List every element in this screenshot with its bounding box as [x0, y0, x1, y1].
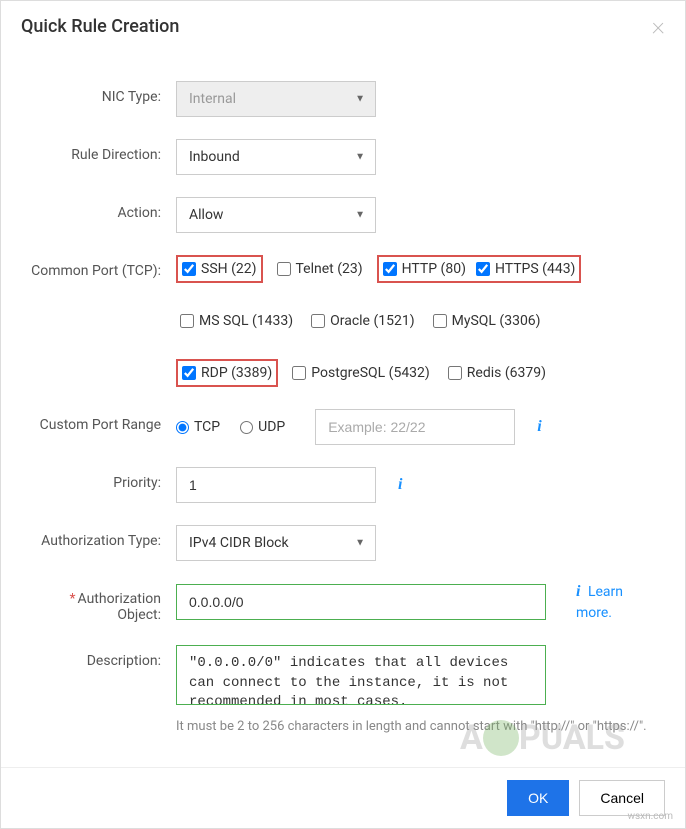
- select-action-value: Allow: [189, 207, 223, 223]
- label-priority: Priority:: [26, 467, 176, 491]
- dialog-footer: OK Cancel: [1, 767, 685, 828]
- row-nic-type: NIC Type: Internal: [26, 81, 660, 117]
- group-http-https: HTTP (80) HTTPS (443): [377, 255, 582, 283]
- label-description: Description:: [26, 645, 176, 669]
- checkbox-rdp-label: RDP (3389): [201, 365, 272, 381]
- checkbox-redis-input[interactable]: [448, 366, 462, 380]
- learn-more-text1: Learn: [588, 584, 623, 600]
- required-asterisk: *: [70, 591, 76, 607]
- radio-udp[interactable]: UDP: [240, 419, 285, 435]
- checkbox-http[interactable]: HTTP (80): [383, 255, 466, 283]
- dialog-header: Quick Rule Creation ×: [1, 1, 685, 51]
- label-nic-type: NIC Type:: [26, 81, 176, 105]
- description-helper: It must be 2 to 256 characters in length…: [176, 717, 660, 737]
- checkbox-http-label: HTTP (80): [402, 261, 466, 277]
- checkbox-mssql[interactable]: MS SQL (1433): [176, 307, 297, 335]
- checkbox-redis[interactable]: Redis (6379): [444, 359, 550, 387]
- checkbox-https[interactable]: HTTPS (443): [476, 255, 576, 283]
- select-auth-type[interactable]: IPv4 CIDR Block: [176, 525, 376, 561]
- label-auth-type: Authorization Type:: [26, 525, 176, 549]
- quick-rule-dialog: Quick Rule Creation × NIC Type: Internal…: [0, 0, 686, 829]
- checkbox-telnet[interactable]: Telnet (23): [273, 255, 367, 283]
- checkbox-oracle[interactable]: Oracle (1521): [307, 307, 419, 335]
- row-auth-type: Authorization Type: IPv4 CIDR Block: [26, 525, 660, 561]
- checkbox-rdp-input[interactable]: [182, 366, 196, 380]
- checkbox-telnet-label: Telnet (23): [296, 261, 363, 277]
- checkbox-oracle-label: Oracle (1521): [330, 313, 415, 329]
- select-nic-type: Internal: [176, 81, 376, 117]
- row-common-port: Common Port (TCP): SSH (22) Telnet (23) …: [26, 255, 660, 387]
- info-icon[interactable]: i: [398, 476, 402, 494]
- row-rule-direction: Rule Direction: Inbound: [26, 139, 660, 175]
- select-rule-direction-value: Inbound: [189, 149, 240, 165]
- checkbox-ssh-label: SSH (22): [201, 261, 257, 277]
- radio-udp-input[interactable]: [240, 421, 253, 434]
- checkbox-mysql-input[interactable]: [433, 314, 447, 328]
- row-custom-port: Custom Port Range TCP UDP i: [26, 409, 660, 445]
- checkbox-postgresql-input[interactable]: [292, 366, 306, 380]
- select-nic-type-value: Internal: [189, 91, 236, 107]
- checkbox-mysql[interactable]: MySQL (3306): [429, 307, 545, 335]
- label-auth-object-text: Authorization Object:: [78, 591, 161, 623]
- checkbox-mysql-label: MySQL (3306): [452, 313, 541, 329]
- checkbox-rdp[interactable]: RDP (3389): [176, 359, 278, 387]
- row-priority: Priority: i: [26, 467, 660, 503]
- checkbox-ssh[interactable]: SSH (22): [176, 255, 263, 283]
- textarea-description[interactable]: [176, 645, 546, 705]
- learn-more-link[interactable]: i Learn more.: [576, 583, 623, 621]
- select-rule-direction[interactable]: Inbound: [176, 139, 376, 175]
- info-icon[interactable]: i: [537, 418, 541, 436]
- checkbox-http-input[interactable]: [383, 262, 397, 276]
- checkbox-postgresql-label: PostgreSQL (5432): [311, 365, 430, 381]
- cancel-button[interactable]: Cancel: [579, 780, 665, 816]
- checkbox-https-input[interactable]: [476, 262, 490, 276]
- row-description: Description: It must be 2 to 256 charact…: [26, 645, 660, 737]
- checkbox-https-label: HTTPS (443): [495, 261, 576, 277]
- label-common-port: Common Port (TCP):: [26, 255, 176, 279]
- checkbox-postgresql[interactable]: PostgreSQL (5432): [288, 359, 434, 387]
- radio-tcp-label: TCP: [194, 419, 220, 435]
- checkbox-telnet-input[interactable]: [277, 262, 291, 276]
- checkbox-mssql-label: MS SQL (1433): [199, 313, 293, 329]
- checkbox-ssh-input[interactable]: [182, 262, 196, 276]
- input-priority[interactable]: [176, 467, 376, 503]
- checkbox-redis-label: Redis (6379): [467, 365, 546, 381]
- row-auth-object: *Authorization Object: i Learn more.: [26, 583, 660, 623]
- label-rule-direction: Rule Direction:: [26, 139, 176, 163]
- info-icon: i: [576, 583, 580, 601]
- ok-button[interactable]: OK: [507, 780, 569, 816]
- radio-tcp[interactable]: TCP: [176, 419, 220, 435]
- checkbox-mssql-input[interactable]: [180, 314, 194, 328]
- row-action: Action: Allow: [26, 197, 660, 233]
- label-auth-object: *Authorization Object:: [26, 583, 176, 623]
- label-action: Action:: [26, 197, 176, 221]
- close-icon[interactable]: ×: [652, 13, 665, 39]
- radio-udp-label: UDP: [258, 419, 285, 435]
- label-custom-port: Custom Port Range: [26, 409, 176, 433]
- dialog-title: Quick Rule Creation: [21, 16, 179, 37]
- input-auth-object[interactable]: [176, 584, 546, 620]
- select-action[interactable]: Allow: [176, 197, 376, 233]
- form-body: NIC Type: Internal Rule Direction: Inbou…: [1, 51, 685, 763]
- input-custom-port[interactable]: [315, 409, 515, 445]
- select-auth-type-value: IPv4 CIDR Block: [189, 535, 289, 551]
- radio-tcp-input[interactable]: [176, 421, 189, 434]
- learn-more-text2: more.: [576, 605, 612, 621]
- checkbox-oracle-input[interactable]: [311, 314, 325, 328]
